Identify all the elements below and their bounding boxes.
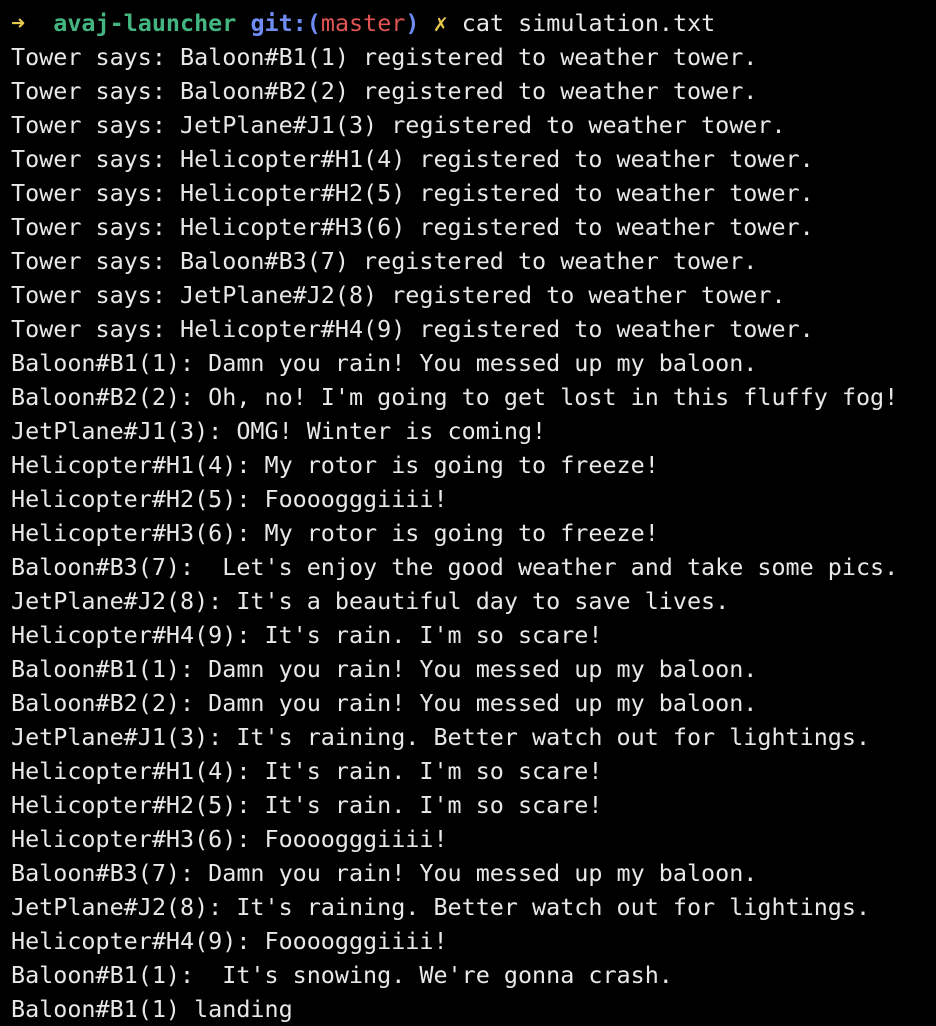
output-line: Tower says: Helicopter#H3(6) registered … [11,213,814,241]
current-directory: avaj-launcher [53,9,237,37]
output-line: Tower says: Helicopter#H2(5) registered … [11,179,814,207]
terminal-output: Tower says: Baloon#B1(1) registered to w… [11,40,936,1026]
output-line: JetPlane#J2(8): It's a beautiful day to … [11,587,730,615]
git-branch: master [320,9,406,37]
output-line: Tower says: Helicopter#H1(4) registered … [11,145,814,173]
output-line: Helicopter#H1(4): My rotor is going to f… [11,451,659,479]
output-line: Helicopter#H1(4): It's rain. I'm so scar… [11,757,603,785]
command-text: cat simulation.txt [461,9,716,37]
output-line: Baloon#B2(2): Damn you rain! You messed … [11,689,758,717]
output-line: Tower says: JetPlane#J2(8) registered to… [11,281,786,309]
output-line: JetPlane#J2(8): It's raining. Better wat… [11,893,871,921]
output-line: Helicopter#H3(6): Foooogggiiii! [11,825,448,853]
terminal-window[interactable]: ➜ avaj-launcher git:(master) ✗ cat simul… [0,0,936,1026]
output-line: Baloon#B1(1): Damn you rain! You messed … [11,349,758,377]
output-line: Helicopter#H2(5): It's rain. I'm so scar… [11,791,603,819]
output-line: JetPlane#J1(3): OMG! Winter is coming! [11,417,547,445]
output-line: Baloon#B1(1): It's snowing. We're gonna … [11,961,673,989]
output-line: Baloon#B3(7): Let's enjoy the good weath… [11,553,899,581]
output-line: Tower says: Baloon#B1(1) registered to w… [11,43,758,71]
prompt-line: ➜ avaj-launcher git:(master) ✗ cat simul… [11,6,936,40]
git-paren-close: ) [405,9,420,37]
output-line: Tower says: Baloon#B3(7) registered to w… [11,247,758,275]
output-line: Baloon#B1(1) landing [11,995,293,1023]
output-line: Helicopter#H4(9): Foooogggiiii! [11,927,448,955]
output-line: Tower says: Baloon#B2(2) registered to w… [11,77,758,105]
output-line: JetPlane#J1(3): It's raining. Better wat… [11,723,871,751]
output-line: Baloon#B2(2): Oh, no! I'm going to get l… [11,383,899,411]
output-line: Baloon#B3(7): Damn you rain! You messed … [11,859,758,887]
git-paren-open: ( [306,9,321,37]
output-line: Tower says: JetPlane#J1(3) registered to… [11,111,786,139]
output-line: Helicopter#H3(6): My rotor is going to f… [11,519,659,547]
output-line: Baloon#B1(1): Damn you rain! You messed … [11,655,758,683]
prompt-arrow-icon: ➜ [11,9,26,37]
output-line: Helicopter#H2(5): Foooogggiiii! [11,485,448,513]
git-label: git: [250,9,307,37]
dirty-marker-icon: ✗ [433,9,448,37]
output-line: Tower says: Helicopter#H4(9) registered … [11,315,814,343]
output-line: Helicopter#H4(9): It's rain. I'm so scar… [11,621,603,649]
